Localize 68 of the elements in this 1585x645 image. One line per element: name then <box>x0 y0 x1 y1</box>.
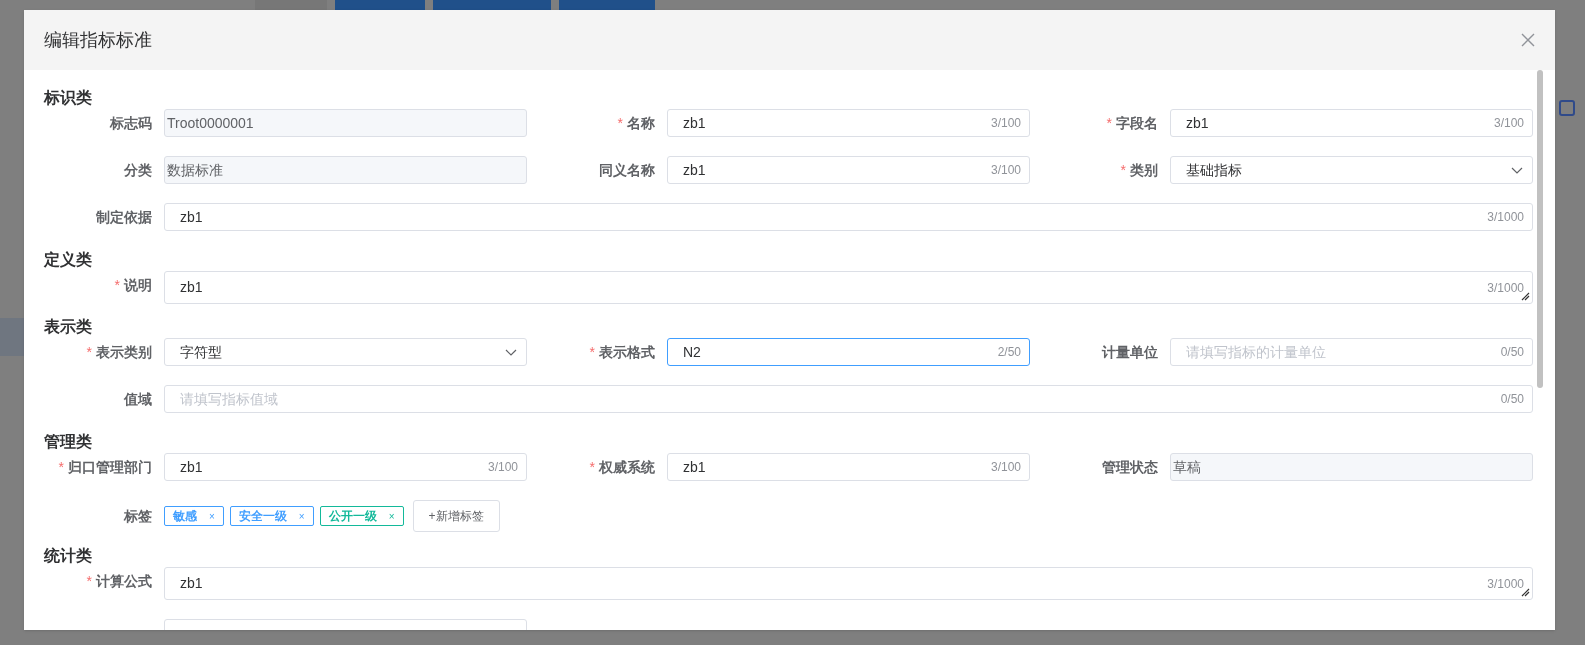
field-label: 字段名 <box>1116 113 1158 133</box>
select-field[interactable]: 基础指标 <box>1170 156 1533 184</box>
field-label: 权威系统 <box>599 457 655 477</box>
section-title: 管理类 <box>44 432 93 452</box>
toolbar-button[interactable] <box>335 0 425 10</box>
input-field[interactable]: zb1 3/100 <box>667 453 1030 481</box>
field-label: 值域 <box>124 389 152 409</box>
required-mark: * <box>114 275 120 295</box>
required-mark: * <box>617 113 623 133</box>
required-mark: * <box>589 457 595 477</box>
char-counter: 2/50 <box>997 344 1021 361</box>
textarea-field[interactable]: zb1 3/1000 <box>164 271 1533 304</box>
required-mark: * <box>86 571 92 591</box>
background-icon <box>1559 100 1575 116</box>
required-mark: * <box>86 342 92 362</box>
char-counter: 0/50 <box>1500 344 1524 361</box>
required-mark: * <box>1120 160 1126 180</box>
close-icon[interactable] <box>1521 33 1535 47</box>
input-field[interactable]: zb1 3/1000 <box>164 203 1533 231</box>
field-label: 同义名称 <box>599 160 655 180</box>
add-tag-button[interactable]: +新增标签 <box>412 500 500 532</box>
char-counter: 3/100 <box>487 459 518 476</box>
resize-handle-icon[interactable] <box>1521 588 1530 597</box>
char-counter: 0/50 <box>1500 391 1524 408</box>
field-label: 说明 <box>124 275 152 295</box>
char-counter: 3/100 <box>1493 115 1524 132</box>
field-label: 表示类别 <box>96 342 152 362</box>
field-label: 管理状态 <box>1102 457 1158 477</box>
background-panel <box>0 318 24 356</box>
section-title: 定义类 <box>44 250 93 270</box>
required-mark: * <box>58 457 64 477</box>
section-title: 表示类 <box>44 317 93 337</box>
char-counter: 3/1000 <box>1487 209 1524 226</box>
field-label: 名称 <box>627 113 655 133</box>
field-label: 计量单位 <box>1102 342 1158 362</box>
section-title: 统计类 <box>44 546 93 566</box>
tag: 公开一级 × <box>319 506 404 526</box>
toolbar-button[interactable] <box>255 0 327 10</box>
resize-handle-icon[interactable] <box>1521 292 1530 301</box>
char-counter: 3/1000 <box>1487 279 1524 297</box>
toolbar-button[interactable] <box>559 0 655 10</box>
input-field[interactable]: zb1 3/100 <box>164 453 527 481</box>
char-counter: 3/100 <box>990 162 1021 179</box>
section-title: 标识类 <box>44 88 93 108</box>
field-label: 计算公式 <box>96 571 152 591</box>
field-label: 标志码 <box>110 113 152 133</box>
input-field[interactable]: zb1 3/100 <box>1170 109 1533 137</box>
field-label: 标签 <box>124 506 152 526</box>
field-label: 归口管理部门 <box>68 457 152 477</box>
textarea-field[interactable]: zb1 3/1000 <box>164 567 1533 600</box>
char-counter: 3/100 <box>990 115 1021 132</box>
toolbar-button[interactable] <box>433 0 551 10</box>
input-field[interactable]: zb1 3/100 <box>667 156 1030 184</box>
field-label: 表示格式 <box>599 342 655 362</box>
field-label: 类别 <box>1130 160 1158 180</box>
char-counter: 3/1000 <box>1487 575 1524 593</box>
required-mark: * <box>589 342 595 362</box>
input-field[interactable]: zb1 3/100 <box>667 109 1030 137</box>
select-field[interactable]: 字符型 <box>164 338 527 366</box>
tag: 安全一级 × <box>229 506 314 526</box>
required-mark: * <box>1106 113 1112 133</box>
char-counter: 3/100 <box>990 459 1021 476</box>
scrollbar-thumb[interactable] <box>1537 70 1543 388</box>
tag: 敏感 × <box>164 506 224 526</box>
field-label: 分类 <box>124 160 152 180</box>
input-field[interactable]: N2 2/50 <box>667 338 1030 366</box>
field-label: 制定依据 <box>96 207 152 227</box>
dialog-title: 编辑指标标准 <box>44 28 152 52</box>
